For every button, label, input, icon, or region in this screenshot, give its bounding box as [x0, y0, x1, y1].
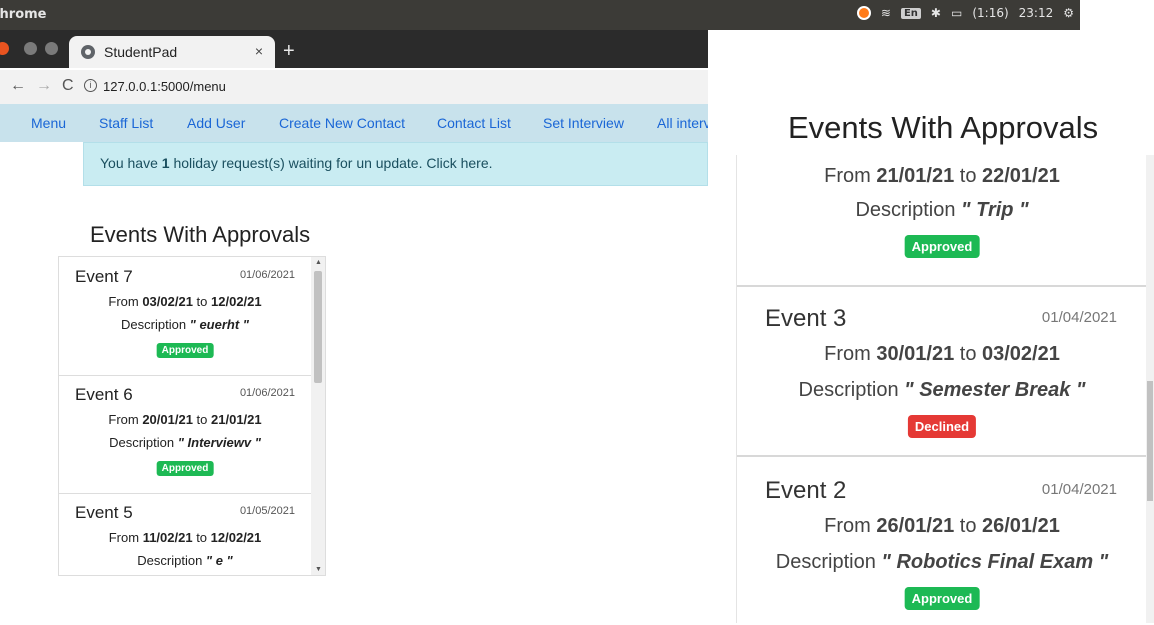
- events-heading: Events With Approvals: [90, 222, 311, 247]
- event-description: Description " Interviewv ": [109, 435, 261, 450]
- nav-menu[interactable]: Menu: [31, 115, 66, 131]
- event-name: Event 5: [75, 503, 133, 522]
- event-name: Event 2: [765, 477, 847, 504]
- event-range: From 11/02/21 to 12/02/21: [108, 530, 262, 545]
- close-tab-icon[interactable]: ×: [255, 43, 263, 59]
- event-range: From 30/01/21 to 03/02/21: [824, 343, 1060, 365]
- event-date: 01/06/2021: [239, 269, 295, 281]
- browser-tab[interactable]: StudentPad ×: [69, 36, 275, 68]
- event-range: From 26/01/21 to 26/01/21: [824, 515, 1060, 537]
- address-bar: ← → C i 127.0.0.1:5000/menu: [0, 70, 708, 105]
- forward-arrow-icon[interactable]: →: [36, 77, 52, 95]
- event-date: 01/04/2021: [1041, 309, 1117, 326]
- favicon-icon: [81, 45, 95, 59]
- event-name: Event 6: [75, 385, 133, 404]
- event-name: Event 7: [75, 267, 133, 286]
- status-badge: Approved: [904, 587, 980, 610]
- event-card: Event 6 01/06/2021 From 20/01/21 to 21/0…: [59, 375, 311, 494]
- event-range: From 21/01/21 to 22/01/21: [824, 165, 1060, 187]
- holiday-request-alert[interactable]: You have 1 holiday request(s) waiting fo…: [83, 142, 708, 186]
- event-date: 01/04/2021: [1041, 481, 1117, 498]
- event-description: Description " euerht ": [121, 317, 249, 332]
- browser-tab-strip: StudentPad ×: [0, 30, 708, 68]
- alert-count: 1: [161, 155, 170, 171]
- event-range: From 03/02/21 to 12/02/21: [108, 294, 262, 309]
- site-navbar: Menu Staff List Add User Create New Cont…: [0, 104, 708, 142]
- alert-suffix: holiday request(s) waiting for un update…: [169, 155, 493, 171]
- event-date: 01/06/2021: [239, 387, 295, 399]
- bluetooth-icon[interactable]: ✱: [931, 6, 941, 20]
- events-heading-zoomed: Events With Approvals: [788, 110, 1099, 145]
- minimize-window-button[interactable]: [24, 42, 37, 55]
- event-date: 01/05/2021: [239, 505, 295, 517]
- events-list[interactable]: Event 7 01/06/2021 From 03/02/21 to 12/0…: [58, 256, 326, 576]
- nav-add-user[interactable]: Add User: [187, 115, 245, 131]
- alarm-icon[interactable]: [856, 6, 871, 20]
- event-card: Event 3 01/04/2021 From 30/01/21 to 03/0…: [737, 285, 1147, 457]
- site-info-icon[interactable]: i: [84, 79, 97, 92]
- nav-create-new-contact[interactable]: Create New Contact: [279, 115, 405, 131]
- back-arrow-icon[interactable]: ←: [10, 77, 26, 95]
- events-scrollbar[interactable]: ▲ ▼: [311, 257, 325, 575]
- events-scrollbar-zoomed[interactable]: [1146, 155, 1154, 623]
- event-range: From 20/01/21 to 21/01/21: [108, 412, 262, 427]
- active-app-name: Chrome: [0, 7, 47, 22]
- scrollbar-thumb[interactable]: [314, 271, 322, 383]
- clock[interactable]: 23:12: [1019, 6, 1054, 20]
- tab-title: StudentPad: [104, 44, 178, 60]
- close-window-button[interactable]: [0, 42, 9, 55]
- status-badge: Declined: [907, 415, 977, 438]
- nav-set-interview[interactable]: Set Interview: [543, 115, 624, 131]
- status-badge: Approved: [156, 461, 214, 476]
- scroll-down-icon[interactable]: ▼: [315, 566, 322, 573]
- battery-icon[interactable]: ▭: [951, 6, 962, 20]
- new-tab-button[interactable]: +: [283, 40, 295, 63]
- event-description: Description " Semester Break ": [798, 379, 1086, 401]
- events-list-zoomed[interactable]: From 21/01/21 to 22/01/21 Description " …: [736, 155, 1147, 623]
- keyboard-layout-indicator[interactable]: En: [900, 7, 921, 19]
- event-card: Event 2 01/04/2021 From 26/01/21 to 26/0…: [737, 457, 1147, 623]
- event-description: Description " Robotics Final Exam ": [775, 551, 1109, 573]
- maximize-window-button[interactable]: [45, 42, 58, 55]
- battery-time: (1:16): [972, 6, 1009, 20]
- settings-icon[interactable]: ⚙: [1063, 6, 1074, 20]
- nav-contact-list[interactable]: Contact List: [437, 115, 511, 131]
- status-badge: Approved: [156, 343, 214, 358]
- reload-icon[interactable]: C: [62, 77, 74, 95]
- event-card: From 21/01/21 to 22/01/21 Description " …: [737, 155, 1147, 287]
- scrollbar-thumb[interactable]: [1147, 381, 1153, 501]
- status-badge: Approved: [904, 235, 980, 258]
- url-field[interactable]: 127.0.0.1:5000/menu: [103, 79, 226, 94]
- event-card: Event 5 01/05/2021 From 11/02/21 to 12/0…: [59, 493, 311, 575]
- nav-staff-list[interactable]: Staff List: [99, 115, 153, 131]
- event-card: Event 7 01/06/2021 From 03/02/21 to 12/0…: [59, 257, 311, 376]
- event-description: Description " Trip ": [855, 199, 1029, 221]
- nav-all-interviews[interactable]: All intervi: [657, 115, 708, 131]
- os-top-bar: Chrome ≋ En ✱ ▭ (1:16) 23:12 ⚙: [0, 0, 1080, 30]
- alert-prefix: You have: [100, 155, 162, 171]
- event-description: Description " e ": [137, 553, 233, 568]
- wifi-icon[interactable]: ≋: [881, 6, 891, 20]
- event-name: Event 3: [765, 305, 847, 332]
- scroll-up-icon[interactable]: ▲: [315, 259, 322, 266]
- system-tray: ≋ En ✱ ▭ (1:16) 23:12 ⚙: [856, 6, 1074, 20]
